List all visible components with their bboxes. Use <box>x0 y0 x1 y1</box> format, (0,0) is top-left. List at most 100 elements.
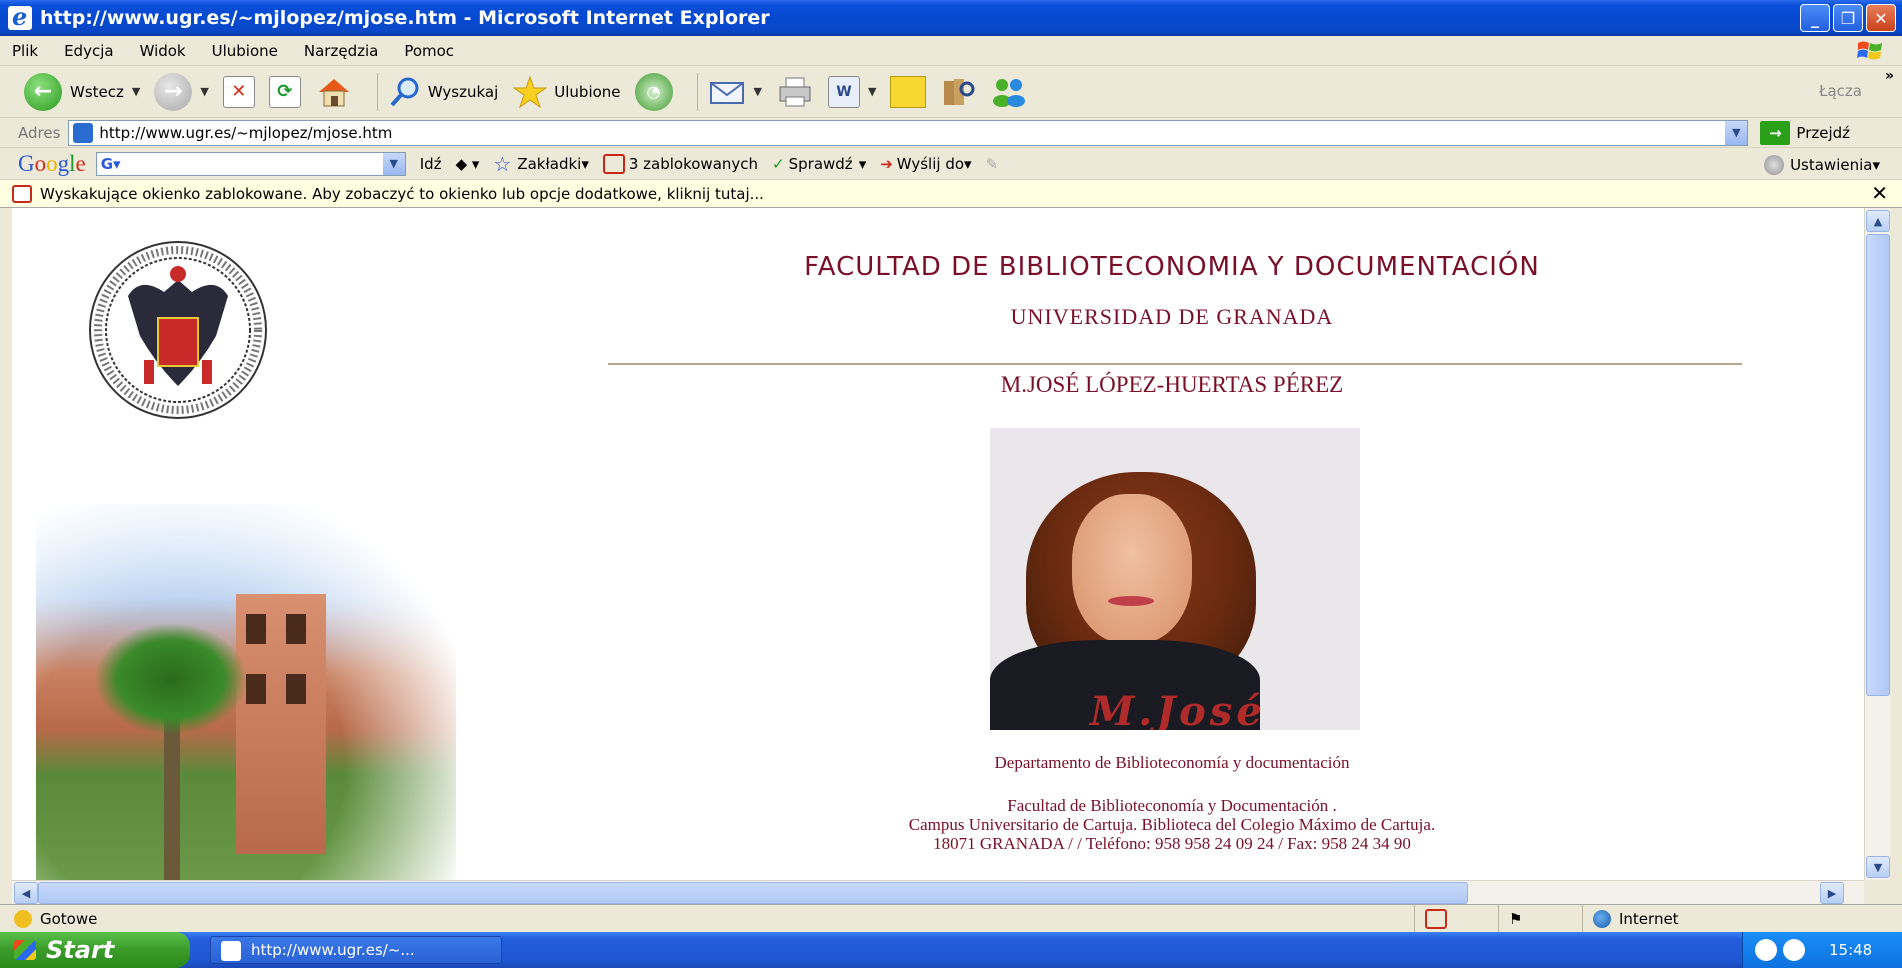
address-label: Adres <box>18 123 61 142</box>
toolbar-separator <box>696 72 698 111</box>
popup-blocked-icon <box>12 184 32 203</box>
internet-globe-icon <box>1593 910 1611 928</box>
status-bar: Gotowe ⚑ Internet <box>0 904 1902 933</box>
bookmarks-button[interactable]: ☆ Zakładki ▾ <box>493 152 588 176</box>
maximize-button[interactable]: ❐ <box>1833 4 1863 32</box>
google-search-dropdown-icon[interactable]: ▼ <box>382 152 405 175</box>
send-to-button[interactable]: ➔ Wyślij do ▾ <box>880 155 971 173</box>
spellcheck-button[interactable]: ✓ Sprawdź ▾ <box>772 155 866 173</box>
refresh-icon: ⟳ <box>268 75 301 108</box>
settings-label: Ustawienia <box>1790 156 1873 174</box>
horizontal-scroll-thumb[interactable] <box>38 882 1468 904</box>
menu-help[interactable]: Pomoc <box>404 42 454 60</box>
favorites-button[interactable]: Ulubione <box>512 75 621 109</box>
back-button[interactable]: ← Wstecz ▼ <box>24 72 140 111</box>
tray-expand-icon[interactable] <box>1755 939 1777 961</box>
popup-blocked-icon <box>602 153 625 174</box>
status-zone-panel[interactable]: Internet <box>1582 905 1902 933</box>
messenger-icon <box>993 78 1026 107</box>
window-title-bar[interactable]: http://www.ugr.es/~mjlopez/mjose.htm - M… <box>0 0 1902 36</box>
stop-button[interactable]: ✕ <box>222 75 255 108</box>
start-label: Start <box>46 936 115 964</box>
info-bar-close-icon[interactable]: ✕ <box>1871 181 1888 205</box>
vertical-scrollbar[interactable]: ▲ ▼ <box>1864 208 1890 880</box>
google-search-input[interactable]: G▾ ▼ <box>95 151 406 176</box>
edit-button[interactable]: W ▼ <box>828 75 876 108</box>
discuss-button[interactable] <box>890 75 927 108</box>
google-logo[interactable]: Google <box>18 151 86 177</box>
scroll-left-icon[interactable]: ◀ <box>14 882 38 904</box>
popup-blocked-label: 3 zablokowanych <box>628 154 759 173</box>
menu-tools[interactable]: Narzędzia <box>304 42 378 60</box>
forward-button[interactable]: → ▼ <box>154 72 209 111</box>
minimize-button[interactable]: _ <box>1800 4 1830 32</box>
history-icon: ◔ <box>634 72 673 111</box>
scroll-up-icon[interactable]: ▲ <box>1866 210 1890 232</box>
menu-edit[interactable]: Edycja <box>64 42 113 60</box>
search-icon <box>390 77 419 106</box>
photo-signature: M.José <box>1090 688 1266 730</box>
standard-toolbar: ← Wstecz ▼ → ▼ ✕ ⟳ Wyszukaj Ulubione ◔ ▼… <box>0 66 1902 118</box>
spellcheck-icon: ✓ <box>772 154 785 173</box>
messenger-button[interactable] <box>990 75 1028 109</box>
google-go-button[interactable]: Idź <box>420 155 442 173</box>
history-button[interactable]: ◔ <box>634 72 673 111</box>
go-arrow-icon: → <box>1760 120 1791 145</box>
status-popup-panel[interactable] <box>1414 905 1498 933</box>
mail-button[interactable]: ▼ <box>708 77 762 107</box>
page-viewport: FACULTAD DE BIBLIOTECONOMIA Y DOCUMENTAC… <box>12 208 1864 880</box>
popup-blocker-button[interactable]: 3 zablokowanych <box>602 153 759 174</box>
windows-logo-icon <box>1857 41 1882 60</box>
go-button[interactable]: → Przejdź <box>1760 120 1851 145</box>
address-url[interactable]: http://www.ugr.es/~mjlopez/mjose.htm <box>99 124 392 142</box>
note-icon <box>890 75 927 108</box>
window-controls: _ ❐ ✕ <box>1800 4 1896 32</box>
mail-dropdown-icon[interactable]: ▼ <box>754 85 762 98</box>
building-tower <box>236 594 326 854</box>
search-button[interactable]: Wyszukaj <box>388 75 498 109</box>
stop-icon: ✕ <box>222 75 255 108</box>
google-news-icon[interactable]: ◆ ▾ <box>456 155 480 173</box>
back-dropdown-icon[interactable]: ▼ <box>132 85 140 98</box>
info-bar-message[interactable]: Wyskakujące okienko zablokowane. Aby zob… <box>40 185 764 203</box>
horizontal-scrollbar[interactable]: ◀ ▶ <box>12 880 1864 904</box>
google-settings-button[interactable]: Ustawienia ▾ <box>1764 155 1880 175</box>
toolbar-overflow-chevron[interactable]: » <box>1885 68 1894 84</box>
links-toolbar-label[interactable]: Łącza <box>1819 82 1862 100</box>
menu-bar: Plik Edycja Widok Ulubione Narzędzia Pom… <box>0 36 1902 66</box>
scroll-down-icon[interactable]: ▼ <box>1866 856 1890 878</box>
close-button[interactable]: ✕ <box>1866 4 1896 32</box>
highlight-pen-icon[interactable]: ✎ <box>986 155 999 173</box>
address-dropdown-icon[interactable]: ▼ <box>1725 120 1748 145</box>
forward-arrow-icon: → <box>154 72 193 111</box>
start-button[interactable]: Start <box>0 932 190 968</box>
address-input[interactable]: http://www.ugr.es/~mjlopez/mjose.htm ▼ <box>68 119 1749 146</box>
menu-view[interactable]: Widok <box>140 42 186 60</box>
university-name: UNIVERSIDAD DE GRANADA <box>1010 304 1334 329</box>
star-icon <box>512 75 548 108</box>
taskbar-ie-window[interactable]: http://www.ugr.es/~... <box>210 936 502 964</box>
print-button[interactable] <box>776 75 814 109</box>
forward-dropdown-icon[interactable]: ▼ <box>200 85 208 98</box>
spellcheck-dropdown-icon: ▾ <box>858 154 867 173</box>
popup-blocked-icon <box>1425 909 1447 929</box>
window-title: http://www.ugr.es/~mjlopez/mjose.htm - M… <box>40 7 770 29</box>
menu-file[interactable]: Plik <box>12 42 38 60</box>
vertical-scroll-thumb[interactable] <box>1866 234 1890 696</box>
research-icon <box>944 78 975 105</box>
status-privacy-panel[interactable]: ⚑ <box>1498 905 1582 933</box>
menu-favorites[interactable]: Ulubione <box>212 42 278 60</box>
edit-dropdown-icon[interactable]: ▼ <box>868 85 876 98</box>
windows-flag-icon <box>14 940 36 960</box>
popup-info-bar[interactable]: Wyskakujące okienko zablokowane. Aby zob… <box>0 180 1902 208</box>
clock[interactable]: 15:48 <box>1829 941 1872 959</box>
go-label: Przejdź <box>1796 123 1851 142</box>
zone-label: Internet <box>1619 910 1679 928</box>
scroll-right-icon[interactable]: ▶ <box>1820 882 1844 904</box>
research-button[interactable] <box>940 75 976 109</box>
refresh-button[interactable]: ⟳ <box>268 75 301 108</box>
printer-icon <box>779 77 811 106</box>
home-button[interactable] <box>315 74 353 110</box>
tray-network-icon[interactable] <box>1783 939 1805 961</box>
photo-face <box>1072 494 1192 644</box>
